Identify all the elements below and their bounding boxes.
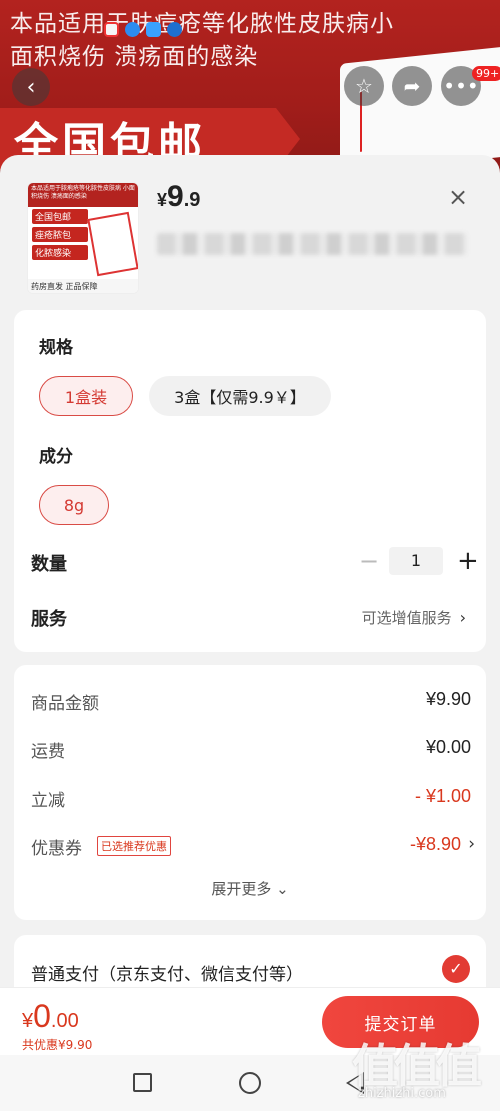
fee-row-discount: 立减 - ¥1.00 bbox=[31, 786, 471, 816]
ingredient-label: 成分 bbox=[39, 447, 73, 467]
thumb-tag: 全国包邮 bbox=[32, 209, 88, 224]
fee-row-goods: 商品金额 ¥9.90 bbox=[31, 689, 471, 719]
message-count-badge: 99+ bbox=[472, 66, 500, 81]
bulb-notification-icon bbox=[167, 22, 182, 37]
price-decimal: .9 bbox=[183, 189, 201, 211]
share-button[interactable]: ➦ bbox=[392, 66, 432, 106]
watermark-text: zhizhizhi.com bbox=[358, 1086, 446, 1101]
spec-option-3box[interactable]: 3盒【仅需9.9￥】 bbox=[149, 376, 331, 416]
chevron-right-icon: › bbox=[459, 608, 466, 627]
thumb-tag: 痤疮脓包 bbox=[32, 227, 88, 242]
sheet-header: 本品适用于脓疱疮等化脓性皮肤病 小面积烧伤 溃疡面的感染 全国包邮 痤疮脓包 化… bbox=[0, 155, 500, 305]
share-icon: ➦ bbox=[403, 74, 421, 98]
fee-label: 优惠券 bbox=[31, 839, 82, 859]
cloud-notification-icon bbox=[146, 22, 161, 37]
total-decimal: .00 bbox=[50, 1010, 79, 1032]
quantity-minus-button[interactable]: − bbox=[359, 547, 379, 575]
thumb-box-image bbox=[87, 211, 138, 277]
fee-value: ¥0.00 bbox=[425, 737, 471, 757]
fee-label: 商品金额 bbox=[31, 694, 99, 714]
blurred-product-name bbox=[157, 233, 467, 255]
browser-notification-icon bbox=[125, 22, 140, 37]
home-icon[interactable] bbox=[239, 1072, 261, 1094]
total-integer: 0 bbox=[33, 998, 51, 1034]
fee-row-coupon[interactable]: 优惠券 已选推荐优惠 -¥8.90 › bbox=[31, 834, 475, 864]
total-price: ¥0.00 bbox=[22, 998, 79, 1035]
options-card: 规格 1盒装 3盒【仅需9.9￥】 成分 8g 数量 − 1 + 服务 可选增值… bbox=[14, 310, 486, 652]
fees-card: 商品金额 ¥9.90 运费 ¥0.00 立减 - ¥1.00 优惠券 已选推荐优… bbox=[14, 665, 486, 920]
check-icon[interactable]: ✓ bbox=[442, 955, 470, 983]
quantity-label: 数量 bbox=[31, 554, 67, 575]
star-icon: ☆ bbox=[355, 74, 373, 98]
saved-amount: 共优惠¥9.90 bbox=[22, 1038, 93, 1052]
payment-method-label[interactable]: 普通支付（京东支付、微信支付等） bbox=[31, 960, 303, 985]
price-currency: ¥ bbox=[157, 190, 168, 210]
service-label: 服务 bbox=[31, 609, 67, 630]
fee-value: ¥9.90 bbox=[425, 689, 471, 709]
back-button[interactable]: ‹ bbox=[12, 68, 50, 106]
fee-value: - ¥1.00 bbox=[414, 786, 471, 806]
total-currency: ¥ bbox=[22, 1010, 34, 1032]
close-icon: × bbox=[447, 183, 469, 211]
app-notification-icon bbox=[104, 22, 119, 37]
quantity-input[interactable]: 1 bbox=[389, 547, 443, 575]
fee-label: 立减 bbox=[31, 791, 65, 811]
expand-more-button[interactable]: 展开更多 ⌄ bbox=[14, 878, 486, 899]
status-bar-icons bbox=[104, 22, 182, 37]
thumb-tag: 化脓感染 bbox=[32, 245, 88, 260]
fee-label: 运费 bbox=[31, 742, 65, 762]
close-button[interactable]: × bbox=[446, 185, 470, 209]
fee-row-shipping: 运费 ¥0.00 bbox=[31, 737, 471, 767]
thumb-tags: 全国包邮 痤疮脓包 化脓感染 bbox=[32, 209, 88, 263]
quantity-plus-button[interactable]: + bbox=[457, 546, 479, 576]
product-thumbnail[interactable]: 本品适用于脓疱疮等化脓性皮肤病 小面积烧伤 溃疡面的感染 全国包邮 痤疮脓包 化… bbox=[27, 182, 139, 294]
thumb-footer: 药房直发 正品保障 bbox=[28, 279, 138, 293]
favorite-button[interactable]: ☆ bbox=[344, 66, 384, 106]
product-hero-background: 本品适用于肤痘疮等化脓性皮肤病小面积烧伤 溃疡面的感染 全国包邮 ‹ ☆ ➦ •… bbox=[0, 0, 500, 175]
chevron-right-icon: › bbox=[468, 834, 475, 854]
fee-value: -¥8.90 bbox=[409, 834, 461, 854]
recents-icon[interactable] bbox=[133, 1073, 152, 1092]
spec-option-1box[interactable]: 1盒装 bbox=[39, 376, 133, 416]
price-integer: 9 bbox=[167, 180, 184, 213]
ingredient-option-8g[interactable]: 8g bbox=[39, 485, 109, 525]
chevron-left-icon: ‹ bbox=[26, 74, 36, 100]
site-watermark: 值值值 zhizhizhi.com bbox=[352, 1030, 492, 1110]
spec-label: 规格 bbox=[39, 338, 73, 358]
quantity-stepper: − 1 + bbox=[359, 546, 479, 576]
coupon-tag: 已选推荐优惠 bbox=[97, 836, 171, 856]
order-sheet: 本品适用于脓疱疮等化脓性皮肤病 小面积烧伤 溃疡面的感染 全国包邮 痤疮脓包 化… bbox=[0, 155, 500, 1111]
product-price: ¥9.9 bbox=[157, 180, 200, 214]
service-value: 可选增值服务 bbox=[361, 609, 452, 627]
service-selector[interactable]: 可选增值服务 › bbox=[362, 607, 466, 628]
thumb-description: 本品适用于脓疱疮等化脓性皮肤病 小面积烧伤 溃疡面的感染 bbox=[28, 183, 138, 207]
